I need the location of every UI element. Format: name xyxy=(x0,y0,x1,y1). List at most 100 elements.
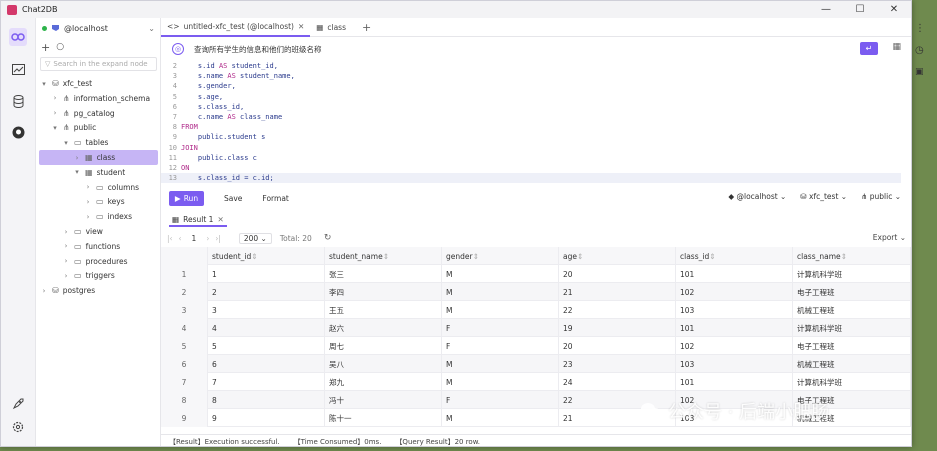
table-cell[interactable]: 计算机科学班 xyxy=(793,265,911,283)
tree-search-input[interactable]: ▽ Search in the expand node xyxy=(40,57,157,71)
chevron-right-icon[interactable]: › xyxy=(62,272,70,280)
prev-page-icon[interactable]: ‹ xyxy=(179,234,182,243)
result-tab[interactable]: ▦ Result 1 ✕ xyxy=(169,213,227,227)
tree-item-postgres[interactable]: › ⛁ postgres xyxy=(40,283,96,298)
table-cell[interactable]: 24 xyxy=(559,373,676,391)
close-result-icon[interactable]: ✕ xyxy=(217,215,223,224)
column-header-class-name[interactable]: class_name ⇕ xyxy=(793,247,911,265)
sort-icon[interactable]: ⇕ xyxy=(709,252,715,261)
table-cell[interactable]: 22 xyxy=(559,301,676,319)
chevron-down-icon[interactable]: ▾ xyxy=(62,139,70,147)
table-cell[interactable]: 7 xyxy=(208,373,325,391)
table-cell[interactable]: 102 xyxy=(676,283,793,301)
table-cell[interactable]: 机械工程班 xyxy=(793,355,911,373)
chevron-right-icon[interactable]: › xyxy=(51,94,59,102)
export-button[interactable]: Export ⌄ xyxy=(873,233,906,242)
chevron-down-icon[interactable]: ▾ xyxy=(40,80,48,88)
table-cell[interactable]: 23 xyxy=(559,355,676,373)
table-cell[interactable]: 周七 xyxy=(325,337,442,355)
sql-editor[interactable]: 2 s.id AS student_id, 3 s.name AS student… xyxy=(161,61,911,185)
chevron-right-icon[interactable]: › xyxy=(73,154,81,162)
ai-assistant-icon[interactable]: ◎ xyxy=(172,43,184,55)
new-tab-button[interactable]: + xyxy=(352,21,381,34)
table-select-icon[interactable]: ▦ xyxy=(892,42,901,52)
table-row[interactable]: 4 4 赵六 F 19 101 计算机科学班 xyxy=(161,319,911,337)
database-manage-icon[interactable] xyxy=(9,92,27,110)
tree-item-class[interactable]: › ▦ class xyxy=(39,150,158,165)
chevron-right-icon[interactable]: › xyxy=(84,213,92,221)
sort-icon[interactable]: ⇕ xyxy=(251,252,257,261)
table-cell[interactable]: 郑九 xyxy=(325,373,442,391)
table-cell[interactable]: 机械工程班 xyxy=(793,301,911,319)
chevron-right-icon[interactable]: › xyxy=(40,287,48,295)
table-cell[interactable]: 李四 xyxy=(325,283,442,301)
table-cell[interactable]: 21 xyxy=(559,283,676,301)
sort-icon[interactable]: ⇕ xyxy=(473,252,479,261)
table-cell[interactable]: M xyxy=(442,355,559,373)
page-size-select[interactable]: 200 ⌄ xyxy=(238,232,272,244)
table-cell[interactable]: 电子工程班 xyxy=(793,283,911,301)
table-row[interactable]: 7 7 郑九 M 24 101 计算机科学班 xyxy=(161,373,911,391)
table-cell[interactable]: M xyxy=(442,265,559,283)
table-cell[interactable]: 计算机科学班 xyxy=(793,373,911,391)
table-cell[interactable]: 101 xyxy=(676,265,793,283)
tab-class[interactable]: ▦ class xyxy=(310,18,352,37)
table-cell[interactable]: 20 xyxy=(559,337,676,355)
tree-item-student[interactable]: ▾ ▦ student xyxy=(73,165,125,180)
rocket-icon[interactable] xyxy=(9,395,27,413)
refresh-icon[interactable]: ↻ xyxy=(324,233,332,243)
tree-item-information-schema[interactable]: › ⋔ information_schema xyxy=(51,91,150,106)
table-cell[interactable]: F xyxy=(442,319,559,337)
sort-icon[interactable]: ⇕ xyxy=(383,252,389,261)
table-cell[interactable]: 102 xyxy=(676,337,793,355)
table-cell[interactable]: 冯十 xyxy=(325,391,442,409)
table-cell[interactable]: 20 xyxy=(559,265,676,283)
database-dropdown[interactable]: ⛁ xfc_test ⌄ xyxy=(800,192,847,201)
table-cell[interactable]: 陈十一 xyxy=(325,409,442,427)
column-header-student-id[interactable]: student_id ⇕ xyxy=(208,247,325,265)
table-cell[interactable]: 计算机科学班 xyxy=(793,319,911,337)
table-row[interactable]: 3 3 王五 M 22 103 机械工程班 xyxy=(161,301,911,319)
chevron-right-icon[interactable]: › xyxy=(62,228,70,236)
refresh-icon[interactable]: ○ xyxy=(56,42,64,52)
tab-untitled-query[interactable]: <> untitled-xfc_test (@localhost) ✕ xyxy=(161,17,311,37)
table-cell[interactable]: 2 xyxy=(208,283,325,301)
table-cell[interactable]: M xyxy=(442,301,559,319)
terminal-icon[interactable]: ▣ xyxy=(915,67,924,77)
table-cell[interactable]: 103 xyxy=(676,301,793,319)
tree-item-columns[interactable]: › ▭ columns xyxy=(84,180,140,195)
table-cell[interactable]: M xyxy=(442,373,559,391)
table-cell[interactable]: 8 xyxy=(208,391,325,409)
tree-item-xfc-test[interactable]: ▾ ⛁ xfc_test xyxy=(40,76,92,91)
table-cell[interactable]: 3 xyxy=(208,301,325,319)
table-cell[interactable]: M xyxy=(442,283,559,301)
column-header-gender[interactable]: gender ⇕ xyxy=(442,247,559,265)
table-cell[interactable]: 吴八 xyxy=(325,355,442,373)
chevron-right-icon[interactable]: › xyxy=(51,109,59,117)
table-cell[interactable]: 4 xyxy=(208,319,325,337)
table-cell[interactable]: 赵六 xyxy=(325,319,442,337)
settings-gear-icon[interactable] xyxy=(9,418,27,436)
table-cell[interactable]: 6 xyxy=(208,355,325,373)
table-cell[interactable]: F xyxy=(442,391,559,409)
column-header-student-name[interactable]: student_name ⇕ xyxy=(325,247,442,265)
close-tab-icon[interactable]: ✕ xyxy=(298,22,304,31)
table-row[interactable]: 5 5 周七 F 20 102 电子工程班 xyxy=(161,337,911,355)
sort-icon[interactable]: ⇕ xyxy=(577,252,583,261)
tree-item-tables[interactable]: ▾ ▭ tables xyxy=(62,135,108,150)
column-header-age[interactable]: age ⇕ xyxy=(559,247,676,265)
chevron-right-icon[interactable]: › xyxy=(62,257,70,265)
add-icon[interactable]: + xyxy=(41,41,50,54)
column-header-class-id[interactable]: class_id ⇕ xyxy=(676,247,793,265)
history-icon[interactable]: ◷ xyxy=(915,45,924,56)
minimize-button[interactable]: — xyxy=(809,1,843,18)
tree-item-functions[interactable]: › ▭ functions xyxy=(62,239,121,254)
sort-icon[interactable]: ⇕ xyxy=(841,252,847,261)
page-number[interactable]: 1 xyxy=(192,234,197,243)
last-page-icon[interactable]: ›| xyxy=(215,234,221,243)
tree-item-indexs[interactable]: › ▭ indexs xyxy=(84,209,132,224)
tree-item-view[interactable]: › ▭ view xyxy=(62,224,103,239)
table-cell[interactable]: 1 xyxy=(208,265,325,283)
submit-prompt-button[interactable]: ↵ xyxy=(860,42,878,55)
chevron-down-icon[interactable]: ▾ xyxy=(51,124,59,132)
